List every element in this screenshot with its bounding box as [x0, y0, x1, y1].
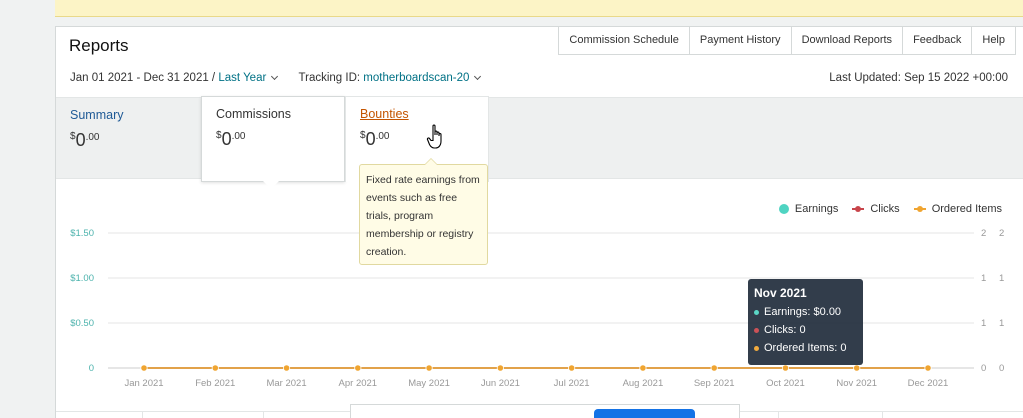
tab-help[interactable]: Help	[971, 27, 1016, 55]
last-updated: Last Updated: Sep 15 2022 +00:00	[829, 72, 1008, 84]
tab-commission-schedule[interactable]: Commission Schedule	[558, 27, 690, 55]
x-tick-label: Jun 2021	[481, 378, 520, 389]
data-point	[354, 364, 362, 372]
hover-row-clicks: Clicks: 0	[754, 321, 857, 339]
ordered-items-dot-icon	[754, 345, 759, 351]
commissions-card-label[interactable]: Commissions	[216, 107, 330, 121]
y-right-tick-label: 0	[999, 363, 1004, 374]
legend-item-earnings[interactable]: Earnings	[778, 203, 838, 215]
y-right-tick-label: 1	[999, 273, 1004, 284]
x-tick-label: Jan 2021	[124, 378, 163, 389]
filter-row: Jan 01 2021 - Dec 31 2021 / Last Year Tr…	[70, 72, 486, 84]
tab-download-reports[interactable]: Download Reports	[790, 27, 904, 55]
bottom-divider	[882, 411, 883, 418]
earnings-dot-icon	[778, 204, 789, 214]
data-point	[211, 364, 219, 372]
y-right-tick-label: 0	[981, 363, 986, 374]
hover-tooltip-title: Nov 2021	[754, 286, 807, 300]
notification-banner	[55, 0, 1023, 17]
bottom-divider	[778, 411, 779, 418]
data-point	[282, 364, 291, 372]
bounties-card-label[interactable]: Bounties	[360, 107, 474, 121]
bottom-divider	[263, 411, 264, 418]
y-right-tick-label: 2	[999, 228, 1004, 239]
hover-row-ordered-items: Ordered Items: 0	[754, 339, 857, 357]
data-point	[781, 364, 790, 372]
chevron-down-icon[interactable]	[474, 72, 482, 81]
tab-payment-history[interactable]: Payment History	[688, 27, 792, 55]
reports-panel: Reports Commission Schedule Payment Hist…	[55, 26, 1023, 418]
ordered-items-line-icon	[913, 204, 926, 214]
summary-card-value: $0.00	[70, 130, 100, 150]
y-right-tick-label: 1	[981, 318, 986, 329]
y-left-tick-label: $0.50	[70, 318, 94, 329]
x-tick-label: Apr 2021	[339, 378, 378, 389]
summary-card[interactable]: Summary $0.00	[56, 98, 200, 180]
data-point	[496, 364, 504, 372]
data-point	[710, 364, 718, 372]
data-point	[924, 364, 932, 372]
active-card-pointer	[261, 179, 281, 189]
hover-row-earnings: Earnings: $0.00	[754, 303, 857, 321]
y-left-tick-label: $1.00	[70, 273, 94, 284]
y-right-tick-label: 1	[981, 273, 986, 284]
chart-legend: Earnings Clicks Ordered Items	[765, 203, 1002, 215]
earnings-dot-icon	[754, 309, 759, 315]
hand-cursor-icon	[426, 124, 442, 149]
x-tick-label: Aug 2021	[623, 378, 664, 389]
page-title: Reports	[69, 36, 129, 55]
x-tick-label: Feb 2021	[195, 378, 235, 389]
chart-svg: 0 0 0 $0.50 1 1 $1.00 1 1 $1.50 2 2 Jan 2021 Feb 2021…	[70, 228, 1004, 389]
y-right-tick-label: 2	[981, 228, 986, 239]
tracking-id-dropdown[interactable]: motherboardscan-20	[363, 72, 469, 84]
y-left-tick-label: 0	[89, 363, 94, 374]
data-point	[568, 364, 576, 372]
y-left-tick-label: $1.50	[70, 228, 94, 239]
date-range: Jan 01 2021 - Dec 31 2021 /	[70, 72, 216, 84]
x-tick-label: Sep 2021	[694, 378, 735, 389]
commissions-card[interactable]: Commissions $0.00	[201, 96, 345, 182]
y-right-tick-label: 1	[999, 318, 1004, 329]
x-tick-label: Nov 2021	[836, 378, 877, 389]
bottom-divider	[142, 411, 143, 418]
report-tabs: Commission Schedule Payment History Down…	[558, 27, 1016, 55]
chevron-down-icon[interactable]	[271, 72, 279, 81]
summary-card-label[interactable]: Summary	[70, 108, 186, 122]
data-point	[639, 364, 647, 372]
period-dropdown[interactable]: Last Year	[218, 72, 266, 84]
x-tick-label: Oct 2021	[766, 378, 805, 389]
earnings-chart: 0 0 0 $0.50 1 1 $1.00 1 1 $1.50 2 2 Jan 2021 Feb 2021…	[56, 223, 1023, 393]
legend-item-ordered-items[interactable]: Ordered Items	[913, 203, 1002, 215]
commissions-card-value: $0.00	[216, 129, 246, 149]
clicks-line-icon	[852, 204, 865, 214]
bounties-tooltip: Fixed rate earnings from events such as …	[359, 158, 488, 265]
legend-item-clicks[interactable]: Clicks	[852, 203, 900, 215]
bottom-primary-button[interactable]	[594, 409, 695, 418]
bounties-card-value: $0.00	[360, 129, 390, 149]
chart-hover-tooltip: Nov 2021 Earnings: $0.00 Clicks: 0 Order…	[748, 279, 863, 365]
data-point	[853, 364, 861, 372]
x-tick-label: Dec 2021	[908, 378, 949, 389]
data-point	[425, 364, 433, 372]
x-tick-label: May 2021	[408, 378, 450, 389]
x-tick-label: Jul 2021	[554, 378, 590, 389]
x-tick-label: Mar 2021	[266, 378, 306, 389]
clicks-dot-icon	[754, 327, 759, 333]
summary-strip: Summary $0.00 Commissions $0.00 Bounties…	[56, 96, 1023, 182]
tab-feedback[interactable]: Feedback	[902, 27, 973, 55]
tracking-label: Tracking ID:	[298, 72, 361, 84]
data-point	[140, 364, 148, 372]
